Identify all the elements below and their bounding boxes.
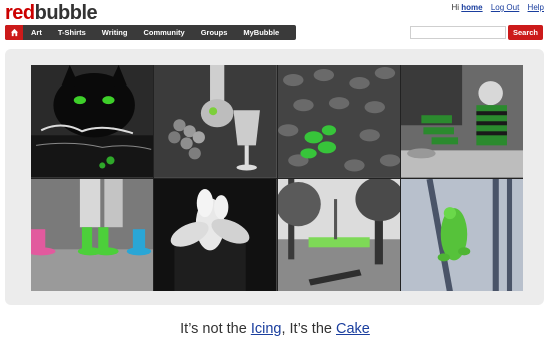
tile-white-flower[interactable]: [154, 178, 277, 291]
search-input[interactable]: [410, 26, 506, 39]
page: redbubble Hi home Log Out Help Art T-Shi…: [0, 0, 550, 351]
caption-middle: , It’s the: [281, 321, 336, 337]
tile-black-cat[interactable]: [31, 65, 154, 178]
caption-prefix: It’s not the: [180, 321, 251, 337]
tile-rain-boots[interactable]: [31, 178, 154, 291]
logo-dark-text: bubble: [34, 2, 98, 24]
tile-park-bench[interactable]: [277, 178, 400, 291]
tile-green-leaves[interactable]: [277, 65, 400, 178]
nav-writing[interactable]: Writing: [94, 25, 136, 40]
home-icon[interactable]: [5, 25, 23, 40]
greeting-text: Hi: [451, 3, 460, 12]
nav-mybubble[interactable]: MyBubble: [235, 25, 287, 40]
username-link[interactable]: home: [461, 3, 482, 12]
logo-red-text: red: [5, 2, 35, 24]
main-nav: Art T-Shirts Writing Community Groups My…: [5, 25, 296, 40]
gallery-caption: It’s not the Icing, It’s the Cake: [0, 321, 550, 337]
gallery-panel: [5, 49, 544, 305]
caption-link-cake[interactable]: Cake: [336, 321, 370, 337]
greeting: Hi home: [445, 3, 482, 12]
caption-link-icing[interactable]: Icing: [251, 321, 282, 337]
tile-grapes-wine[interactable]: [154, 65, 277, 178]
nav-community[interactable]: Community: [135, 25, 192, 40]
redbubble-logo[interactable]: redbubble: [5, 2, 98, 25]
nav-art[interactable]: Art: [23, 25, 50, 40]
logout-link[interactable]: Log Out: [491, 3, 519, 12]
user-links: Hi home Log Out Help: [439, 3, 544, 12]
image-grid: [31, 65, 523, 291]
search-button[interactable]: Search: [508, 25, 543, 40]
help-link[interactable]: Help: [528, 3, 544, 12]
tile-tree-frog[interactable]: [400, 178, 523, 291]
tile-boy-striped[interactable]: [400, 65, 523, 178]
nav-tshirts[interactable]: T-Shirts: [50, 25, 94, 40]
nav-groups[interactable]: Groups: [193, 25, 236, 40]
